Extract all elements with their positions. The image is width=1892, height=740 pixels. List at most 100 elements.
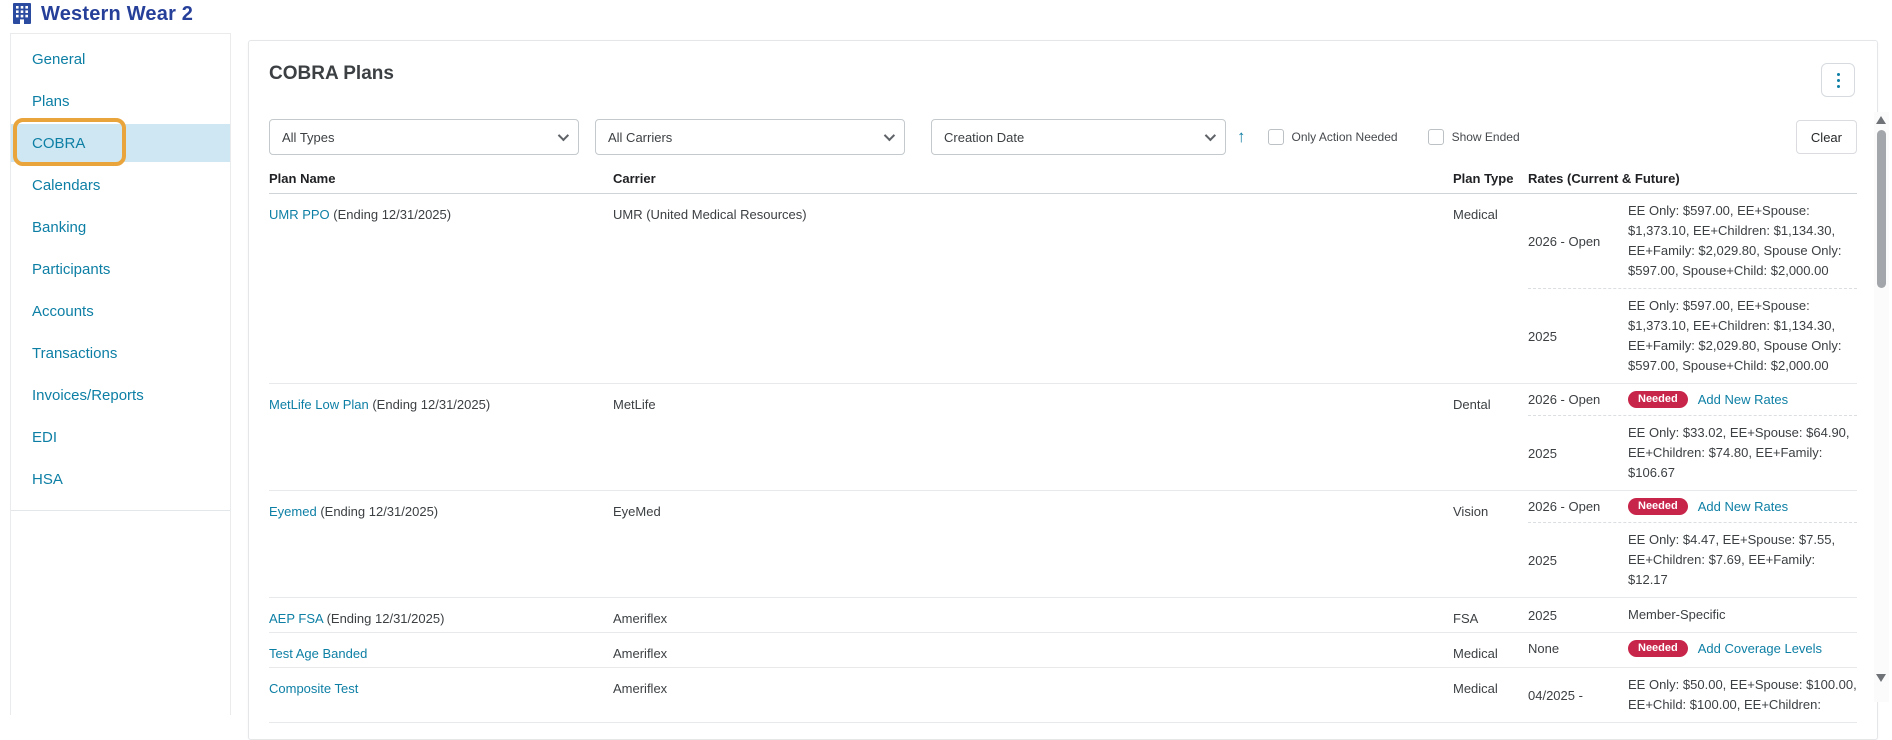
type-filter-select[interactable]: All Types	[269, 119, 579, 155]
sidebar-item-label: Invoices/Reports	[32, 387, 144, 404]
table-header-row: Plan Name Carrier Plan Type Rates (Curre…	[269, 171, 1857, 194]
carrier-filter-select[interactable]: All Carriers	[595, 119, 905, 155]
rate-period-row: 2025EE Only: $4.47, EE+Spouse: $7.55, EE…	[1528, 522, 1857, 597]
rate-action-link[interactable]: Add New Rates	[1698, 499, 1788, 514]
table-row: MetLife Low Plan (Ending 12/31/2025)MetL…	[269, 384, 1857, 491]
sidebar-item-edi[interactable]: EDI	[11, 416, 230, 458]
rate-text: Member-Specific	[1628, 605, 1857, 625]
rate-action-link[interactable]: Add New Rates	[1698, 392, 1788, 407]
carrier-cell: Ameriflex	[613, 633, 1453, 667]
sidebar-item-cobra[interactable]: COBRA	[11, 124, 230, 162]
app-header: Western Wear 2	[12, 3, 193, 26]
sidebar-item-label: Plans	[32, 93, 70, 110]
rate-period: 2025	[1528, 446, 1628, 461]
plan-ending-note: (Ending 12/31/2025)	[323, 611, 444, 626]
sidebar-item-transactions[interactable]: Transactions	[11, 332, 230, 374]
sort-direction-button[interactable]: ↑	[1237, 127, 1246, 147]
sidebar-item-participants[interactable]: Participants	[11, 248, 230, 290]
scrollbar-thumb[interactable]	[1877, 130, 1886, 288]
kebab-menu-button[interactable]	[1821, 63, 1855, 97]
table-row: Test Age BandedAmeriflexMedicalNoneNeede…	[269, 633, 1857, 668]
rate-period-row: 04/2025 -EE Only: $50.00, EE+Spouse: $10…	[1528, 668, 1857, 722]
rate-period-row: 2026 - OpenNeeded Add New Rates	[1528, 384, 1857, 415]
rates-cell: 04/2025 -EE Only: $50.00, EE+Spouse: $10…	[1528, 668, 1857, 722]
only-action-needed-checkbox[interactable]: Only Action Needed	[1268, 129, 1398, 145]
chevron-down-icon	[558, 130, 569, 141]
plan-type-cell: FSA	[1453, 598, 1528, 632]
rate-text: EE Only: $597.00, EE+Spouse: $1,373.10, …	[1628, 201, 1857, 281]
plans-table: Plan Name Carrier Plan Type Rates (Curre…	[269, 171, 1857, 723]
clear-filters-button[interactable]: Clear	[1796, 120, 1857, 154]
plan-type-cell: Medical	[1453, 668, 1528, 722]
rate-period-row: 2026 - OpenNeeded Add New Rates	[1528, 491, 1857, 522]
plan-name-link[interactable]: Eyemed	[269, 504, 317, 519]
sidebar-item-label: EDI	[32, 429, 57, 446]
sidebar-item-general[interactable]: General	[11, 38, 230, 80]
building-icon	[12, 3, 32, 26]
sort-select-value: Creation Date	[944, 130, 1024, 145]
sidebar-item-calendars[interactable]: Calendars	[11, 164, 230, 206]
plan-name-link[interactable]: AEP FSA	[269, 611, 323, 626]
table-row: AEP FSA (Ending 12/31/2025) AmeriflexFSA2…	[269, 598, 1857, 633]
rates-cell: 2026 - OpenNeeded Add New Rates 2025EE Onl…	[1528, 491, 1857, 597]
scroll-down-icon[interactable]	[1876, 674, 1886, 682]
rate-text: EE Only: $50.00, EE+Spouse: $100.00, EE+…	[1628, 675, 1857, 715]
table-row: Eyemed (Ending 12/31/2025)EyeMedVision20…	[269, 491, 1857, 598]
carrier-cell: Ameriflex	[613, 668, 1453, 722]
cobra-plans-card: COBRA Plans All Types All Carriers Creat…	[248, 40, 1878, 740]
plan-ending-note: (Ending 12/31/2025)	[317, 504, 438, 519]
needed-badge: Needed	[1628, 498, 1688, 515]
carrier-cell: EyeMed	[613, 491, 1453, 597]
sidebar-item-hsa[interactable]: HSA	[11, 458, 230, 500]
filter-row: All Types All Carriers Creation Date ↑ O…	[269, 119, 1857, 155]
rate-period: 2025	[1528, 553, 1628, 568]
rate-period: 2026 - Open	[1528, 499, 1628, 514]
plan-name-link[interactable]: MetLife Low Plan	[269, 397, 369, 412]
scroll-up-icon[interactable]	[1876, 116, 1886, 124]
rate-period-row: 2025Member-Specific	[1528, 598, 1857, 632]
plan-type-cell: Dental	[1453, 384, 1528, 490]
rate-text: EE Only: $4.47, EE+Spouse: $7.55, EE+Chi…	[1628, 530, 1857, 590]
plan-name-link[interactable]: Composite Test	[269, 681, 358, 696]
plan-type-cell: Medical	[1453, 194, 1528, 383]
rate-period: 2025	[1528, 329, 1628, 344]
plan-name-link[interactable]: UMR PPO	[269, 207, 330, 222]
show-ended-label: Show Ended	[1452, 130, 1520, 144]
checkbox-icon	[1428, 129, 1444, 145]
sidebar-item-label: Transactions	[32, 345, 117, 362]
sidebar-item-plans[interactable]: Plans	[11, 80, 230, 122]
only-action-needed-label: Only Action Needed	[1292, 130, 1398, 144]
col-header-plan-name: Plan Name	[269, 171, 613, 186]
sidebar-item-accounts[interactable]: Accounts	[11, 290, 230, 332]
rate-text: EE Only: $597.00, EE+Spouse: $1,373.10, …	[1628, 296, 1857, 376]
sort-select[interactable]: Creation Date	[931, 119, 1226, 155]
rate-action-link[interactable]: Add Coverage Levels	[1698, 641, 1822, 656]
plan-ending-note: (Ending 12/31/2025)	[330, 207, 451, 222]
sidebar-nav: General Plans COBRA CalendarsBanking Partici…	[10, 33, 231, 715]
rate-period: 2026 - Open	[1528, 392, 1628, 407]
show-ended-checkbox[interactable]: Show Ended	[1428, 129, 1520, 145]
needed-badge: Needed	[1628, 391, 1688, 408]
sidebar-item-label: COBRA	[32, 135, 85, 152]
chevron-down-icon	[884, 130, 895, 141]
needed-badge: Needed	[1628, 640, 1688, 657]
sidebar-divider	[11, 510, 230, 511]
sidebar-item-label: General	[32, 51, 85, 68]
rate-period: 2026 - Open	[1528, 234, 1628, 249]
vertical-scrollbar[interactable]	[1874, 112, 1889, 702]
plan-name-link[interactable]: Test Age Banded	[269, 646, 367, 661]
sidebar-item-invoices-reports[interactable]: Invoices/Reports	[11, 374, 230, 416]
col-header-rates: Rates (Current & Future)	[1528, 171, 1857, 186]
sidebar-item-label: HSA	[32, 471, 63, 488]
carrier-cell: Ameriflex	[613, 598, 1453, 632]
rate-period-row: NoneNeededAdd Coverage Levels	[1528, 633, 1857, 664]
rates-cell: 2026 - OpenEE Only: $597.00, EE+Spouse: …	[1528, 194, 1857, 383]
table-row: UMR PPO (Ending 12/31/2025)UMR (United M…	[269, 194, 1857, 384]
page-title: COBRA Plans	[269, 63, 1857, 85]
sidebar-item-label: Accounts	[32, 303, 94, 320]
checkbox-icon	[1268, 129, 1284, 145]
sidebar-item-label: Participants	[32, 261, 110, 278]
sidebar-item-banking[interactable]: Banking	[11, 206, 230, 248]
col-header-plan-type: Plan Type	[1453, 171, 1528, 186]
table-body: UMR PPO (Ending 12/31/2025)UMR (United M…	[269, 194, 1857, 723]
